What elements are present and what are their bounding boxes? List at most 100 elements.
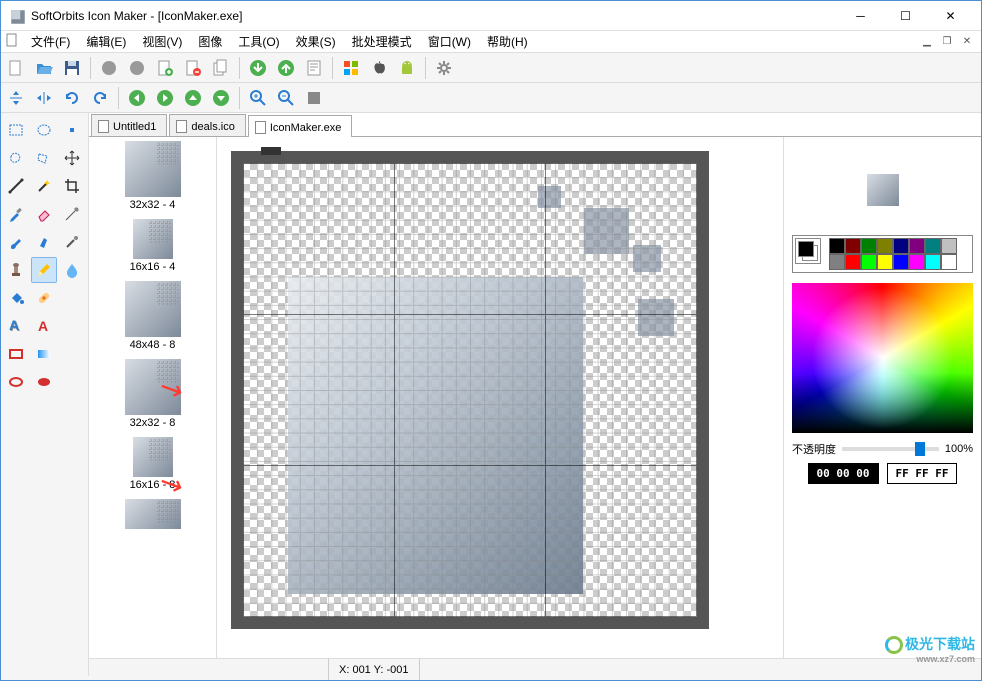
flip-v-icon[interactable] xyxy=(3,85,29,111)
clone-tool[interactable] xyxy=(59,229,85,255)
rect-tool[interactable] xyxy=(3,341,29,367)
mdi-close[interactable]: ✕ xyxy=(959,34,975,50)
swatch[interactable] xyxy=(845,238,861,254)
swatch[interactable] xyxy=(845,254,861,270)
minimize-button[interactable]: ─ xyxy=(838,1,883,30)
nav-left-icon[interactable] xyxy=(124,85,150,111)
settings-icon[interactable] xyxy=(431,55,457,81)
list-item[interactable]: 32x32 - 4 xyxy=(93,141,212,211)
list-item[interactable]: 16x16 - 4 xyxy=(93,219,212,273)
save-icon[interactable] xyxy=(59,55,85,81)
rotate-cw-icon[interactable] xyxy=(87,85,113,111)
heal-tool[interactable] xyxy=(31,285,57,311)
select-rect-tool[interactable] xyxy=(3,117,29,143)
open-icon[interactable] xyxy=(31,55,57,81)
del-page-icon[interactable] xyxy=(180,55,206,81)
menu-file[interactable]: 文件(F) xyxy=(23,31,78,52)
list-item[interactable] xyxy=(93,499,212,529)
export-down-icon[interactable] xyxy=(245,55,271,81)
apple-icon[interactable] xyxy=(366,55,392,81)
nav-right-icon[interactable] xyxy=(152,85,178,111)
ellipse-tool[interactable] xyxy=(3,369,29,395)
swatch[interactable] xyxy=(861,238,877,254)
swatch[interactable] xyxy=(925,254,941,270)
dropper-tool[interactable] xyxy=(3,201,29,227)
menu-image[interactable]: 图像 xyxy=(190,31,230,52)
select-pixel-tool[interactable] xyxy=(59,117,85,143)
tab-iconmaker[interactable]: IconMaker.exe xyxy=(248,115,353,137)
swatch[interactable] xyxy=(861,254,877,270)
swatch[interactable] xyxy=(909,254,925,270)
circle-gray2-icon[interactable] xyxy=(124,55,150,81)
pixel-canvas[interactable] xyxy=(243,163,697,617)
move-tool[interactable] xyxy=(59,145,85,171)
zoom-actual-icon[interactable] xyxy=(301,85,327,111)
flip-h-icon[interactable] xyxy=(31,85,57,111)
rotate-ccw-icon[interactable] xyxy=(59,85,85,111)
line-tool[interactable] xyxy=(3,173,29,199)
text-tool[interactable]: A xyxy=(31,313,57,339)
opacity-slider[interactable] xyxy=(842,447,939,451)
poly-lasso-tool[interactable] xyxy=(31,145,57,171)
maximize-button[interactable]: ☐ xyxy=(883,1,928,30)
swatch[interactable] xyxy=(829,238,845,254)
stamp-tool[interactable] xyxy=(3,257,29,283)
mdi-minimize[interactable]: ▁ xyxy=(919,34,935,50)
slider-thumb[interactable] xyxy=(915,442,925,456)
gradient-tool[interactable] xyxy=(31,341,57,367)
select-ellipse-tool[interactable] xyxy=(31,117,57,143)
list-item[interactable]: 16x16 - 8 xyxy=(93,437,212,491)
add-page-icon[interactable] xyxy=(152,55,178,81)
brush-tool[interactable] xyxy=(3,229,29,255)
nav-up-icon[interactable] xyxy=(180,85,206,111)
swatch[interactable] xyxy=(941,238,957,254)
menu-edit[interactable]: 编辑(E) xyxy=(78,31,134,52)
nav-down-icon[interactable] xyxy=(208,85,234,111)
fgbg-swatch[interactable] xyxy=(795,238,821,264)
eraser-tool[interactable] xyxy=(31,201,57,227)
menu-view[interactable]: 视图(V) xyxy=(134,31,190,52)
wand-tool[interactable] xyxy=(31,173,57,199)
menu-tools[interactable]: 工具(O) xyxy=(230,31,287,52)
swatch[interactable] xyxy=(893,254,909,270)
bucket-tool[interactable] xyxy=(3,285,29,311)
swatch[interactable] xyxy=(877,238,893,254)
zoom-out-icon[interactable] xyxy=(273,85,299,111)
android-icon[interactable] xyxy=(394,55,420,81)
list-item[interactable]: 32x32 - 8 xyxy=(93,359,212,429)
tab-untitled[interactable]: Untitled1 xyxy=(91,114,167,136)
close-button[interactable]: ✕ xyxy=(928,1,973,30)
lasso-tool[interactable] xyxy=(3,145,29,171)
dup-page-icon[interactable] xyxy=(208,55,234,81)
zoom-in-icon[interactable] xyxy=(245,85,271,111)
color-picker[interactable] xyxy=(792,283,973,433)
swatch[interactable] xyxy=(877,254,893,270)
swatch[interactable] xyxy=(893,238,909,254)
swatch[interactable] xyxy=(909,238,925,254)
swatch[interactable] xyxy=(941,254,957,270)
tab-deals[interactable]: deals.ico xyxy=(169,114,245,136)
import-up-icon[interactable] xyxy=(273,55,299,81)
swatch[interactable] xyxy=(829,254,845,270)
list-item[interactable]: 48x48 - 8 xyxy=(93,281,212,351)
blur-tool[interactable] xyxy=(59,257,85,283)
ellipse-fill-tool[interactable] xyxy=(31,369,57,395)
hex-light[interactable]: FF FF FF xyxy=(887,463,958,484)
pencil-tool[interactable] xyxy=(31,257,57,283)
menu-effects[interactable]: 效果(S) xyxy=(288,31,344,52)
windows-icon[interactable] xyxy=(338,55,364,81)
menu-window[interactable]: 窗口(W) xyxy=(420,31,479,52)
circle-gray-icon[interactable] xyxy=(96,55,122,81)
hex-dark[interactable]: 00 00 00 xyxy=(808,463,879,484)
menu-help[interactable]: 帮助(H) xyxy=(479,31,536,52)
mdi-restore[interactable]: ❐ xyxy=(939,34,955,50)
swatch[interactable] xyxy=(925,238,941,254)
page-text-icon[interactable] xyxy=(301,55,327,81)
crop-tool[interactable] xyxy=(59,173,85,199)
knife-tool[interactable] xyxy=(59,201,85,227)
menu-batch[interactable]: 批处理模式 xyxy=(344,31,420,52)
text-shadow-tool[interactable]: AA xyxy=(3,313,29,339)
icon-size-list[interactable]: 32x32 - 4 16x16 - 4 48x48 - 8 32x32 - 8 … xyxy=(89,137,217,676)
smudge-tool[interactable] xyxy=(31,229,57,255)
new-icon[interactable] xyxy=(3,55,29,81)
